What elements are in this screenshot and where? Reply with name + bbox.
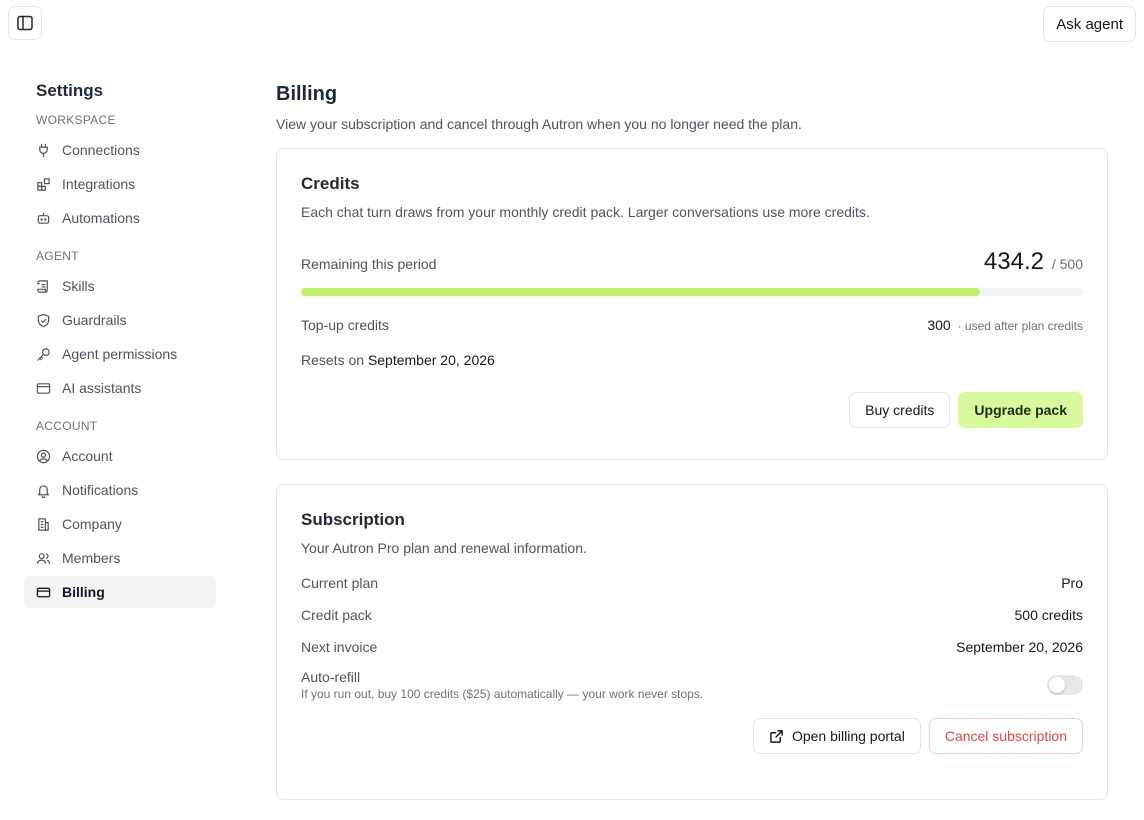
credits-title: Credits — [301, 174, 360, 193]
auto-refill-text: Auto-refill If you run out, buy 100 cred… — [301, 668, 703, 702]
row-value: September 20, 2026 — [956, 639, 1083, 655]
sidebar-item-billing[interactable]: Billing — [24, 576, 216, 608]
subscription-actions: Open billing portal Cancel subscription — [301, 718, 1083, 754]
browser-window-icon — [36, 382, 51, 394]
row-label: Current plan — [301, 575, 379, 591]
subscription-card: Subscription Your Autron Pro plan and re… — [276, 484, 1108, 800]
scroll-icon — [37, 279, 48, 293]
sidebar-item-label: Guardrails — [62, 312, 127, 328]
user-circle-icon — [36, 449, 51, 463]
subscription-description: Your Autron Pro plan and renewal informa… — [301, 540, 587, 556]
sidebar-item-label: Automations — [62, 210, 140, 226]
credit-card-icon — [36, 587, 51, 597]
topup-value-group: 300 · used after plan credits — [927, 317, 1083, 333]
sidebar-item-company[interactable]: Company — [24, 508, 216, 540]
row-label: Next invoice — [301, 639, 378, 655]
nav-section-workspace: WORKSPACE Connections Integrations Autom… — [24, 112, 216, 234]
buy-credits-button[interactable]: Buy credits — [849, 392, 951, 428]
sidebar-item-label: Account — [62, 448, 113, 464]
bell-icon — [38, 484, 49, 498]
subscription-title: Subscription — [301, 510, 405, 529]
row-value: Pro — [1061, 575, 1083, 591]
sidebar-item-skills[interactable]: Skills — [24, 270, 216, 302]
shield-check-icon — [37, 313, 50, 327]
users-icon — [36, 552, 51, 564]
sidebar-item-members[interactable]: Members — [24, 542, 216, 574]
sidebar-item-guardrails[interactable]: Guardrails — [24, 304, 216, 336]
bot-icon — [37, 212, 50, 224]
current-plan-row: Current plan Pro — [301, 572, 1083, 594]
auto-refill-hint: If you run out, buy 100 credits ($25) au… — [301, 687, 704, 701]
open-billing-portal-button[interactable]: Open billing portal — [752, 718, 921, 754]
sidebar-item-label: Company — [62, 516, 122, 532]
row-value: 500 credits — [1014, 607, 1083, 623]
sidebar-item-label: AI assistants — [62, 380, 142, 396]
upgrade-pack-button[interactable]: Upgrade pack — [958, 392, 1083, 428]
total-value: / 500 — [1051, 256, 1083, 272]
sidebar-item-notifications[interactable]: Notifications — [24, 474, 216, 506]
resets-row: Resets on September 20, 2026 — [301, 350, 1083, 370]
auto-refill-row: Auto-refill If you run out, buy 100 cred… — [301, 668, 1083, 702]
resets-label: Resets on — [301, 352, 365, 368]
sidebar-item-label: Connections — [62, 142, 140, 158]
toggle-knob — [1049, 677, 1065, 693]
plug-icon — [39, 143, 48, 157]
key-icon — [37, 347, 50, 361]
topup-row: Top-up credits 300 · used after plan cre… — [301, 314, 1083, 336]
remaining-value: 434.2 — [983, 248, 1044, 275]
sidebar-item-ai-assistants[interactable]: AI assistants — [24, 372, 216, 404]
next-invoice-row: Next invoice September 20, 2026 — [301, 636, 1083, 658]
sidebar-item-connections[interactable]: Connections — [24, 134, 216, 166]
sidebar-item-label: Members — [62, 550, 121, 566]
sidebar-title: Settings — [36, 81, 104, 100]
remaining-row: Remaining this period 434.2 / 500 — [301, 242, 1083, 276]
nav-section-label: AGENT — [36, 249, 79, 263]
sidebar-item-label: Billing — [62, 584, 105, 600]
sidebar-item-account[interactable]: Account — [24, 440, 216, 472]
nav-section-agent: AGENT Skills Guardrails Agent permission… — [24, 248, 216, 404]
ask-agent-button[interactable]: Ask agent — [1043, 6, 1136, 42]
sidebar-toggle-button[interactable] — [8, 6, 42, 40]
topup-note: · used after plan credits — [957, 319, 1083, 333]
blocks-icon — [37, 177, 50, 191]
nav-section-account: ACCOUNT Account Notifications Company Me… — [24, 418, 216, 608]
external-link-icon — [770, 729, 783, 743]
open-billing-portal-label: Open billing portal — [791, 728, 905, 744]
sidebar-panel-icon — [17, 15, 33, 31]
sidebar-item-automations[interactable]: Automations — [24, 202, 216, 234]
cancel-subscription-button[interactable]: Cancel subscription — [928, 718, 1083, 754]
credits-actions: Buy credits Upgrade pack — [301, 392, 1083, 428]
remaining-value-group: 434.2 / 500 — [984, 248, 1083, 276]
sidebar-item-label: Agent permissions — [62, 346, 178, 362]
credits-progress-fill — [301, 288, 981, 296]
credit-pack-row: Credit pack 500 credits — [301, 604, 1083, 626]
topup-label: Top-up credits — [301, 317, 389, 333]
auto-refill-label: Auto-refill — [301, 669, 361, 685]
auto-refill-toggle[interactable] — [1047, 675, 1083, 695]
credits-card: Credits Each chat turn draws from your m… — [276, 148, 1108, 460]
row-label: Credit pack — [301, 607, 372, 623]
sidebar-item-integrations[interactable]: Integrations — [24, 168, 216, 200]
building-icon — [38, 517, 49, 531]
credits-description: Each chat turn draws from your monthly c… — [301, 204, 870, 220]
sidebar-item-label: Notifications — [62, 482, 139, 498]
sidebar-item-label: Skills — [62, 278, 95, 294]
page-title: Billing — [276, 83, 338, 105]
credits-progress-bar — [301, 288, 1083, 296]
nav-section-label: WORKSPACE — [36, 113, 116, 127]
settings-sidebar: Settings WORKSPACE Connections Integrati… — [24, 80, 216, 610]
resets-date: September 20, 2026 — [367, 352, 495, 368]
nav-section-label: ACCOUNT — [36, 419, 98, 433]
billing-page: Billing View your subscription and cance… — [276, 80, 1108, 800]
sidebar-item-agent-permissions[interactable]: Agent permissions — [24, 338, 216, 370]
remaining-label: Remaining this period — [301, 256, 437, 272]
sidebar-item-label: Integrations — [62, 176, 136, 192]
page-subtitle: View your subscription and cancel throug… — [276, 116, 802, 132]
topup-value: 300 — [927, 317, 951, 333]
